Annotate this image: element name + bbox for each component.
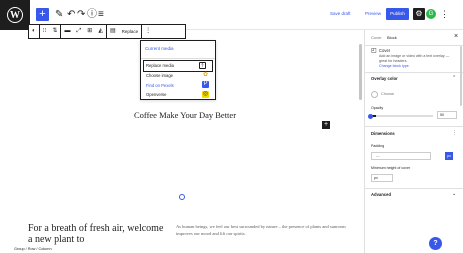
tab-block[interactable]: Block bbox=[387, 35, 397, 40]
chevron-down-icon[interactable]: ⌄ bbox=[452, 191, 456, 197]
upload-icon: ⤒ bbox=[199, 62, 206, 69]
menu-item-replace-media[interactable]: Replace media ⤒ bbox=[143, 60, 213, 72]
duotone-icon[interactable]: ◭ bbox=[95, 25, 106, 38]
focal-icon[interactable]: ▤ bbox=[107, 25, 119, 38]
add-block-button[interactable]: + bbox=[322, 121, 330, 129]
move-updown-icon[interactable]: ⇅ bbox=[49, 25, 60, 38]
panel-divider bbox=[365, 72, 463, 73]
opacity-slider-track[interactable] bbox=[371, 115, 433, 117]
sidebar-scrollbar[interactable] bbox=[460, 46, 462, 106]
menu-item-label: Find on Pexels bbox=[146, 82, 174, 88]
panel-divider bbox=[365, 188, 463, 189]
position-icon[interactable]: ⊞ bbox=[84, 25, 95, 38]
openverse-icon: ◎ bbox=[202, 90, 209, 98]
more-options-icon[interactable]: ⋮ bbox=[142, 25, 154, 38]
opacity-label: Opacity bbox=[371, 106, 384, 110]
menu-item-label: Replace media bbox=[146, 63, 174, 68]
block-breadcrumb[interactable]: Group / Row / Column bbox=[14, 247, 52, 251]
info-icon[interactable]: ⓘ bbox=[87, 9, 97, 21]
menu-item-choose-image[interactable]: Choose image ✿ bbox=[141, 71, 215, 81]
replace-media-button[interactable]: Replace bbox=[119, 29, 142, 34]
sidebar-tabs: Cover Block × bbox=[365, 30, 463, 46]
wordpress-logo-icon: W bbox=[7, 7, 23, 23]
menu-item-openverse[interactable]: Openverse ◎ bbox=[141, 90, 215, 100]
block-inserter-button[interactable]: + bbox=[36, 8, 49, 21]
wordpress-logo-button[interactable]: W bbox=[0, 0, 30, 30]
editor-scrollbar[interactable] bbox=[359, 44, 362, 100]
padding-input[interactable]: — bbox=[371, 152, 431, 160]
block-name: Cover bbox=[379, 48, 391, 53]
replace-media-dropdown: Current media Replace media ⤒ Choose ima… bbox=[140, 40, 216, 100]
list-view-icon[interactable]: ≡ bbox=[98, 9, 104, 21]
section-paragraph[interactable]: As human beings, we feel our best surrou… bbox=[176, 223, 351, 237]
block-description: Add an image or video with a text overla… bbox=[379, 54, 450, 63]
redo-icon[interactable]: ↷ bbox=[77, 9, 85, 21]
drag-handle-icon[interactable]: ⁝⁝ bbox=[40, 25, 50, 38]
color-label: Choose bbox=[381, 92, 395, 96]
color-swatch bbox=[371, 90, 378, 98]
unit-toggle-button[interactable]: px bbox=[445, 152, 453, 160]
fullscreen-icon[interactable]: ⤢ bbox=[73, 25, 84, 38]
help-icon[interactable]: ? bbox=[429, 237, 442, 250]
settings-gear-icon[interactable]: ⚙ bbox=[413, 8, 425, 20]
change-block-link[interactable]: Change block type bbox=[379, 64, 409, 68]
preview-button[interactable]: Preview bbox=[365, 11, 381, 16]
pencil-icon[interactable]: ✎ bbox=[55, 9, 63, 21]
publish-button[interactable]: Publish bbox=[386, 8, 409, 20]
current-media-link[interactable]: Current media bbox=[141, 41, 215, 59]
overlay-panel-title[interactable]: Overlay color bbox=[371, 76, 398, 81]
padding-label: Padding bbox=[371, 144, 385, 148]
cover-title[interactable]: Coffee Make Your Day Better bbox=[110, 110, 260, 120]
more-vertical-icon[interactable]: ⋮ bbox=[452, 130, 457, 136]
advanced-panel-title[interactable]: Advanced bbox=[371, 192, 391, 197]
menu-item-label: Openverse bbox=[146, 92, 167, 97]
chevron-up-icon[interactable]: ⌃ bbox=[452, 75, 456, 81]
menu-item-find-on-pexels[interactable]: Find on Pexels P bbox=[141, 80, 215, 90]
loading-spinner-icon bbox=[179, 194, 185, 200]
save-draft-button[interactable]: Save draft bbox=[330, 11, 351, 16]
min-height-input[interactable]: px bbox=[371, 174, 393, 182]
section-heading[interactable]: For a breath of fresh air, welcome a new… bbox=[28, 223, 168, 245]
cover-block-icon[interactable]: ◐ bbox=[29, 25, 39, 38]
close-icon[interactable]: × bbox=[454, 33, 458, 40]
settings-sidebar: Cover Block × ◰ Cover Add an image or vi… bbox=[364, 30, 463, 253]
dimensions-panel-title[interactable]: Dimensions bbox=[371, 131, 395, 136]
color-picker-option[interactable]: Choose bbox=[371, 88, 451, 100]
options-menu-icon[interactable]: ⋮ bbox=[440, 9, 449, 20]
opacity-slider-thumb[interactable] bbox=[368, 113, 373, 119]
plugin-icon[interactable]: G bbox=[426, 9, 436, 19]
image-icon: ✿ bbox=[202, 71, 209, 78]
cover-block-icon: ◰ bbox=[371, 48, 377, 54]
tab-cover[interactable]: Cover bbox=[371, 35, 382, 40]
panel-divider bbox=[365, 126, 463, 127]
pexels-icon: P bbox=[202, 81, 209, 88]
opacity-input[interactable]: 50 bbox=[437, 111, 457, 119]
min-height-label: Minimum height of cover bbox=[371, 166, 411, 170]
block-toolbar: ◐ ⁝⁝ ⇅ ▬ ⤢ ⊞ ◭ ▤ Replace ⋮ bbox=[28, 24, 186, 39]
align-icon[interactable]: ▬ bbox=[61, 25, 73, 38]
undo-icon[interactable]: ↶ bbox=[67, 9, 75, 21]
menu-item-label: Choose image bbox=[146, 73, 174, 78]
